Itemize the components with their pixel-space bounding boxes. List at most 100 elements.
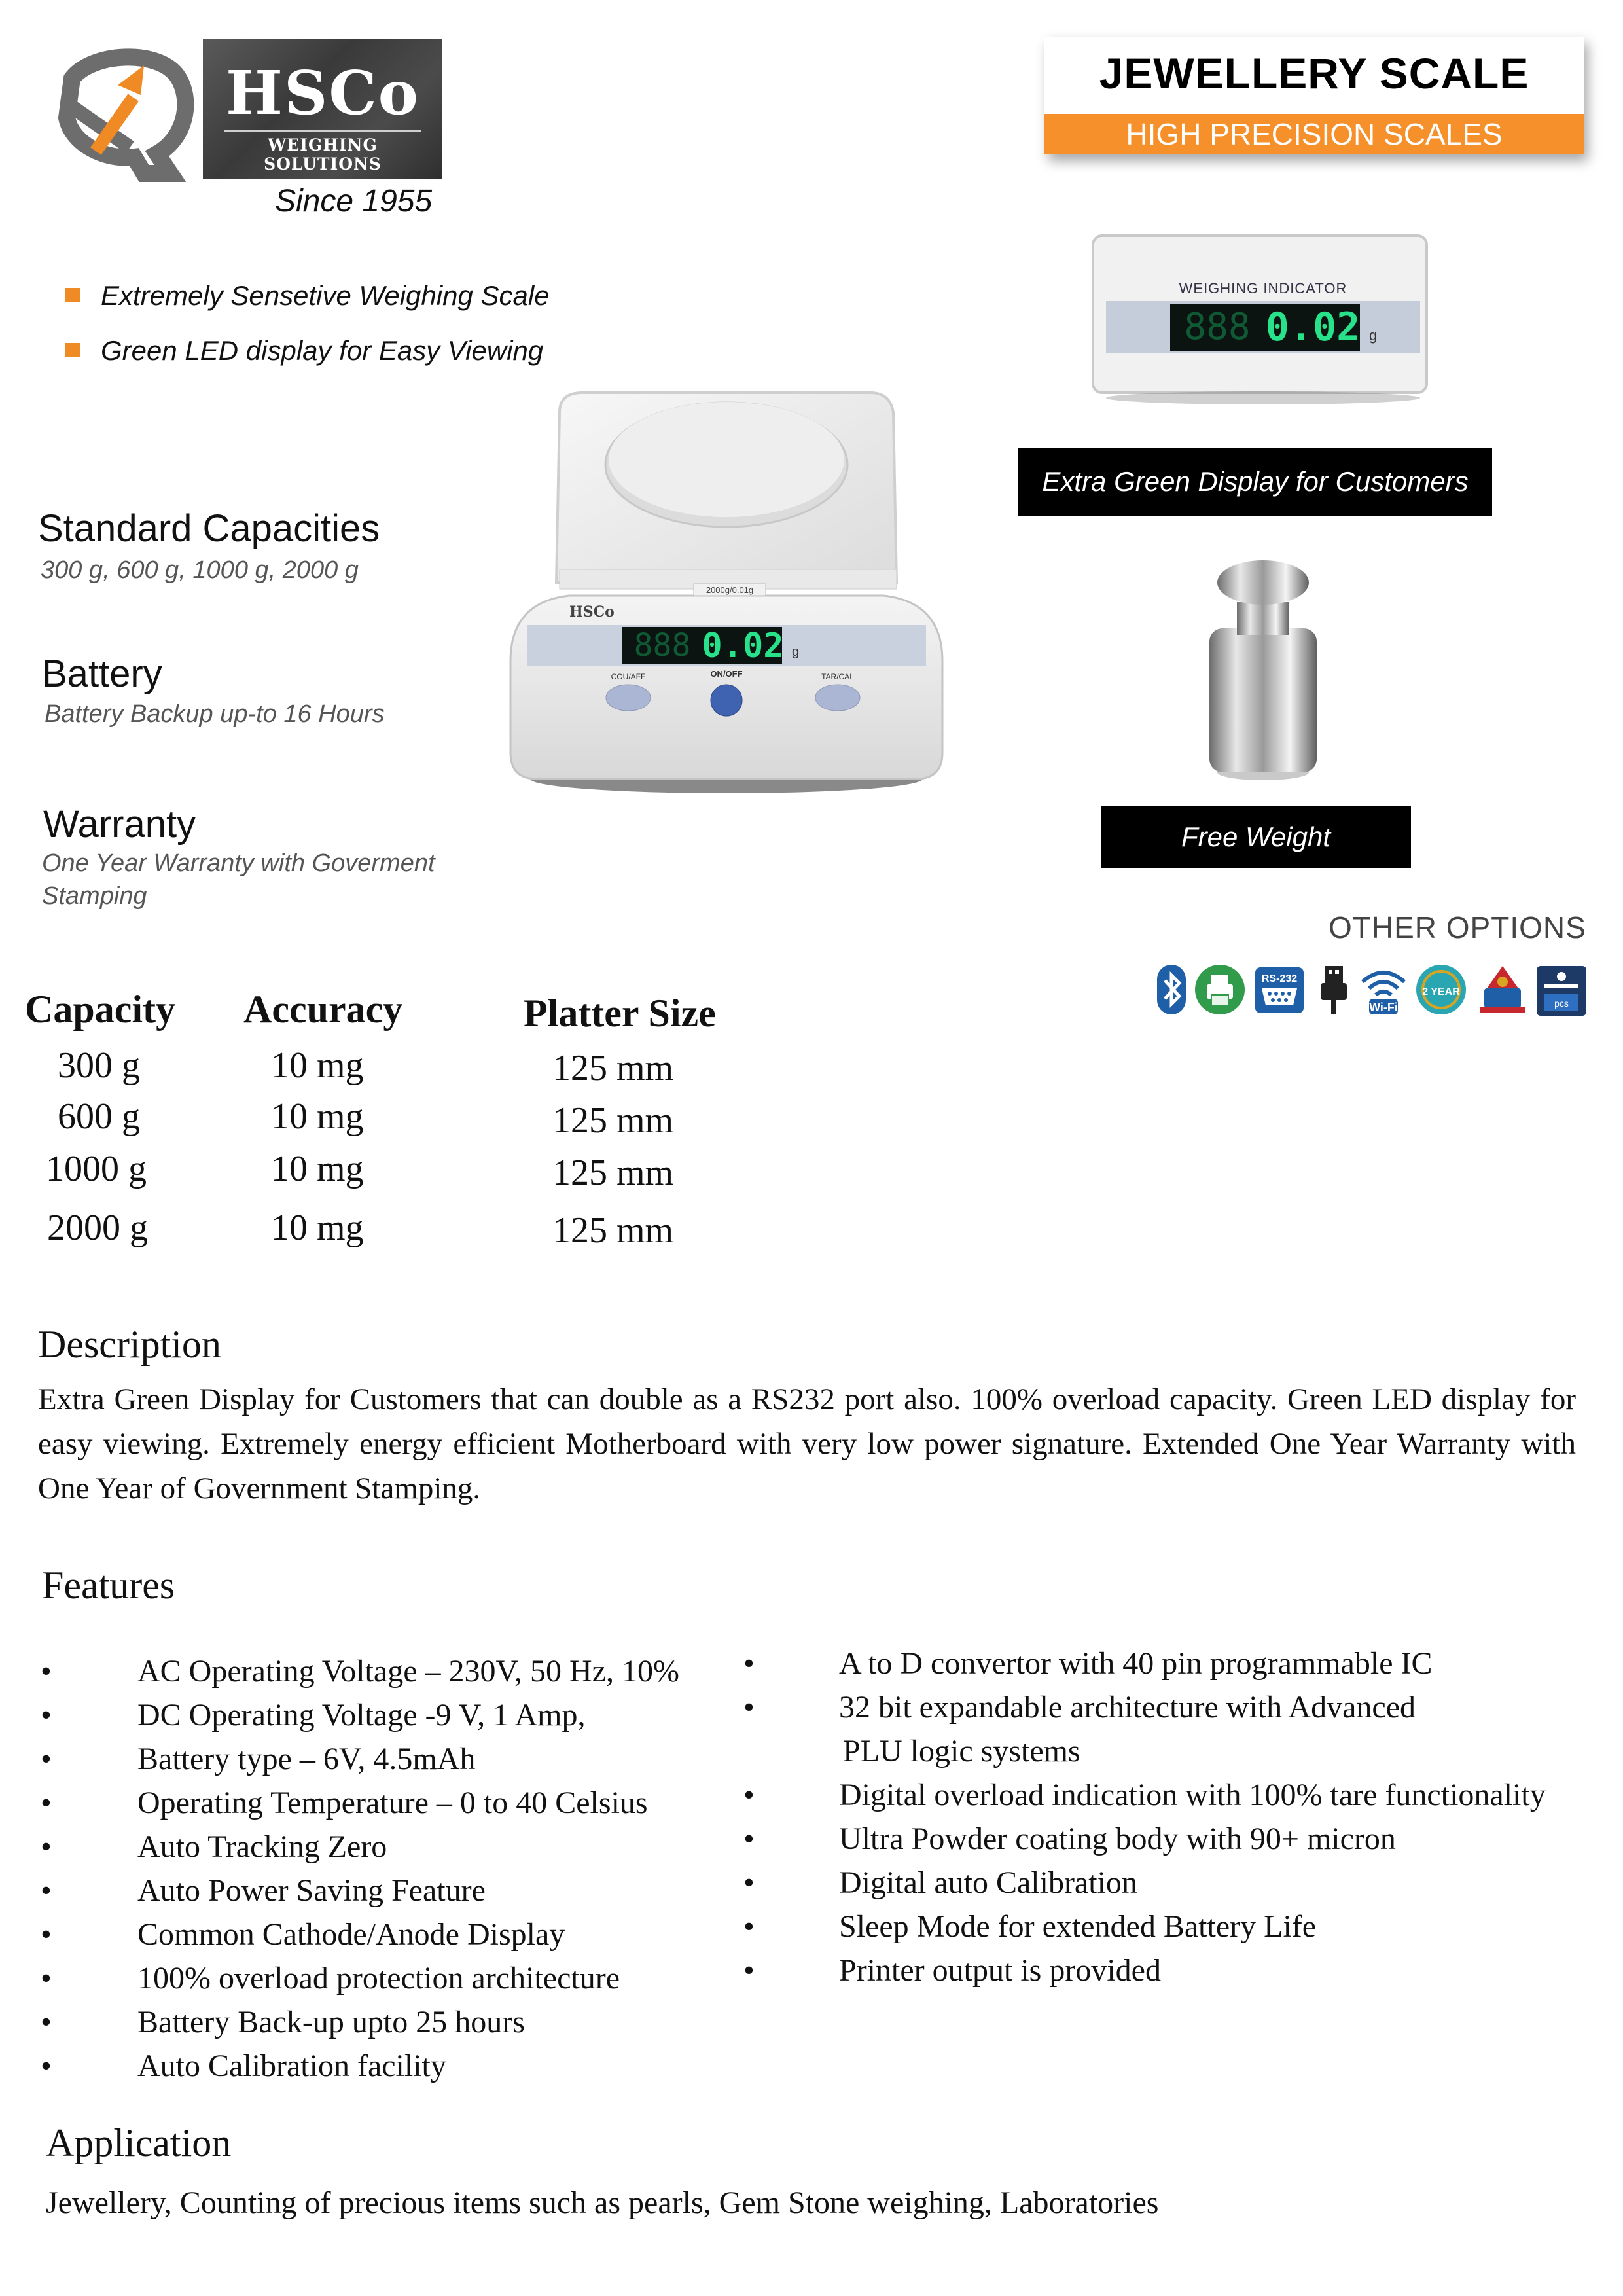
svg-text:RS-232: RS-232	[1262, 973, 1297, 984]
orange-square-bullet-icon	[65, 342, 80, 357]
features-list-left: • AC Operating Voltage – 230V, 50 Hz, 10%…	[41, 1649, 728, 2088]
bullet-icon: •	[743, 1821, 755, 1856]
table-header-accuracy: Accuracy	[243, 988, 403, 1031]
brand-tagline: WEIGHING SOLUTIONS	[224, 130, 421, 173]
title-box: JEWELLERY SCALE HIGH PRECISION SCALES	[1044, 37, 1584, 154]
table-cell-capacity: 1000 g	[46, 1149, 147, 1189]
page-subtitle: HIGH PRECISION SCALES	[1044, 114, 1584, 154]
table-cell-accuracy: 10 mg	[271, 1208, 364, 1248]
table-header-capacity: Capacity	[25, 988, 175, 1031]
table-cell-platter: 125 mm	[552, 1153, 674, 1193]
battery-text: Battery Backup up-to 16 Hours	[45, 700, 385, 728]
application-body: Jewellery, Counting of precious items su…	[46, 2185, 1159, 2220]
bullet-icon: •	[41, 1742, 52, 1776]
display-unit: g	[792, 645, 799, 659]
table-cell-accuracy: 10 mg	[271, 1149, 364, 1189]
counting-pcs-icon: pcs	[1537, 966, 1586, 1016]
extra-display-caption: Extra Green Display for Customers	[1018, 448, 1492, 516]
scale-logo-text: HSCo	[569, 603, 615, 620]
warranty-heading: Warranty	[43, 803, 196, 846]
description-heading: Description	[38, 1323, 221, 1366]
feature-item: • Operating Temperature – 0 to 40 Celsius	[41, 1781, 728, 1825]
brand-name: HSCo	[226, 58, 419, 128]
indicator-reading: 0.02	[1266, 304, 1361, 350]
display-reading: 0.02	[702, 626, 783, 666]
table-cell-capacity: 600 g	[58, 1096, 140, 1137]
rs232-icon: RS-232	[1255, 967, 1304, 1013]
description-body: Extra Green Display for Customers that c…	[38, 1382, 1576, 1505]
feature-item: • Battery Back-up upto 25 hours	[41, 2000, 728, 2044]
capacity-badge: 2000g/0.01g	[706, 585, 753, 595]
bluetooth-icon	[1157, 965, 1186, 1014]
other-options-icons: RS-232 Wi-Fi 2 YEAR pcs	[1149, 962, 1588, 1021]
button-label-center: ON/OFF	[710, 669, 742, 679]
since-year: Since 1955	[275, 184, 433, 219]
highlight-item: Extremely Sensetive Weighing Scale	[65, 280, 550, 312]
wifi-icon: Wi-Fi	[1361, 971, 1406, 1014]
feature-item: • Sleep Mode for extended Battery Life	[743, 1905, 1594, 1948]
weighing-indicator-image: WEIGHING INDICATOR 888 0.02 g	[1092, 234, 1428, 404]
calibration-weight-image	[1209, 560, 1317, 780]
table-cell-platter: 125 mm	[552, 1048, 674, 1088]
feature-item: • AC Operating Voltage – 230V, 50 Hz, 10%	[41, 1649, 728, 1693]
highlight-item: Green LED display for Easy Viewing	[65, 335, 543, 367]
feature-item: • Digital auto Calibration	[743, 1861, 1594, 1905]
bullet-icon: •	[41, 1829, 52, 1864]
free-weight-caption: Free Weight	[1101, 806, 1411, 868]
hsco-logo-mark	[58, 48, 194, 182]
bullet-icon: •	[743, 1953, 755, 1988]
page-title: JEWELLERY SCALE	[1099, 49, 1529, 98]
bullet-icon: •	[743, 1909, 755, 1944]
bullet-icon: •	[41, 2049, 52, 2083]
jewellery-scale-image: 2000g/0.01g HSCo 888 0.02 g COU/AFF ON/O…	[509, 391, 944, 793]
table-cell-capacity: 300 g	[58, 1045, 140, 1086]
feature-item: • DC Operating Voltage -9 V, 1 Amp,	[41, 1693, 728, 1737]
bullet-icon: •	[41, 1917, 52, 1952]
button-label-left: COU/AFF	[611, 672, 646, 681]
bullet-icon: •	[41, 1785, 52, 1820]
warranty-2-year-icon: 2 YEAR	[1416, 965, 1466, 1014]
feature-item-continued: PLU logic systems	[843, 1734, 1080, 1768]
display-dim-digits: 888	[634, 627, 691, 664]
features-heading: Features	[42, 1564, 175, 1607]
feature-item: • Auto Calibration facility	[41, 2044, 728, 2088]
bullet-icon: •	[41, 2005, 52, 2039]
table-cell-accuracy: 10 mg	[271, 1045, 364, 1086]
svg-text:2 YEAR: 2 YEAR	[1422, 986, 1460, 997]
battery-heading: Battery	[42, 653, 162, 695]
table-cell-accuracy: 10 mg	[271, 1096, 364, 1137]
feature-item: • Digital overload indication with 100% t…	[743, 1773, 1594, 1817]
button-label-right: TAR/CAL	[821, 672, 854, 681]
feature-item: • Printer output is provided	[743, 1948, 1594, 1992]
bullet-icon: •	[41, 1654, 52, 1689]
table-cell-capacity: 2000 g	[47, 1208, 148, 1248]
bullet-icon: •	[743, 1690, 755, 1725]
printer-icon	[1195, 965, 1245, 1014]
feature-item: • Battery type – 6V, 4.5mAh	[41, 1737, 728, 1781]
features-list-right: • A to D convertor with 40 pin programmab…	[743, 1641, 1594, 1992]
capacities-text: 300 g, 600 g, 1000 g, 2000 g	[41, 556, 359, 584]
indicator-dim-digits: 888	[1184, 306, 1250, 348]
bullet-icon: •	[743, 1778, 755, 1812]
feature-item: • Auto Power Saving Feature	[41, 1869, 728, 1912]
feature-item: • 32 bit expandable architecture with Adv…	[743, 1685, 1594, 1729]
indicator-unit: g	[1369, 327, 1377, 344]
bullet-icon: •	[41, 1873, 52, 1908]
government-stamp-icon	[1480, 966, 1525, 1013]
bullet-icon: •	[743, 1646, 755, 1681]
warranty-text: One Year Warranty with Goverment Stampin…	[42, 850, 435, 910]
feature-item: • Auto Tracking Zero	[41, 1825, 728, 1869]
indicator-label: WEIGHING INDICATOR	[1179, 280, 1347, 296]
other-options-title: OTHER OPTIONS	[1329, 910, 1586, 944]
bullet-icon: •	[41, 1698, 52, 1732]
bullet-icon: •	[743, 1865, 755, 1900]
feature-item: • Ultra Powder coating body with 90+ micr…	[743, 1817, 1594, 1861]
bullet-icon: •	[41, 1961, 52, 1996]
table-cell-platter: 125 mm	[552, 1210, 674, 1251]
table-header-platter-size: Platter Size	[524, 992, 716, 1035]
capacities-heading: Standard Capacities	[38, 507, 380, 550]
svg-text:Wi-Fi: Wi-Fi	[1369, 1001, 1398, 1014]
svg-text:pcs: pcs	[1554, 998, 1569, 1009]
usb-icon	[1321, 966, 1347, 1014]
feature-item: • 100% overload protection architecture	[41, 1956, 728, 2000]
